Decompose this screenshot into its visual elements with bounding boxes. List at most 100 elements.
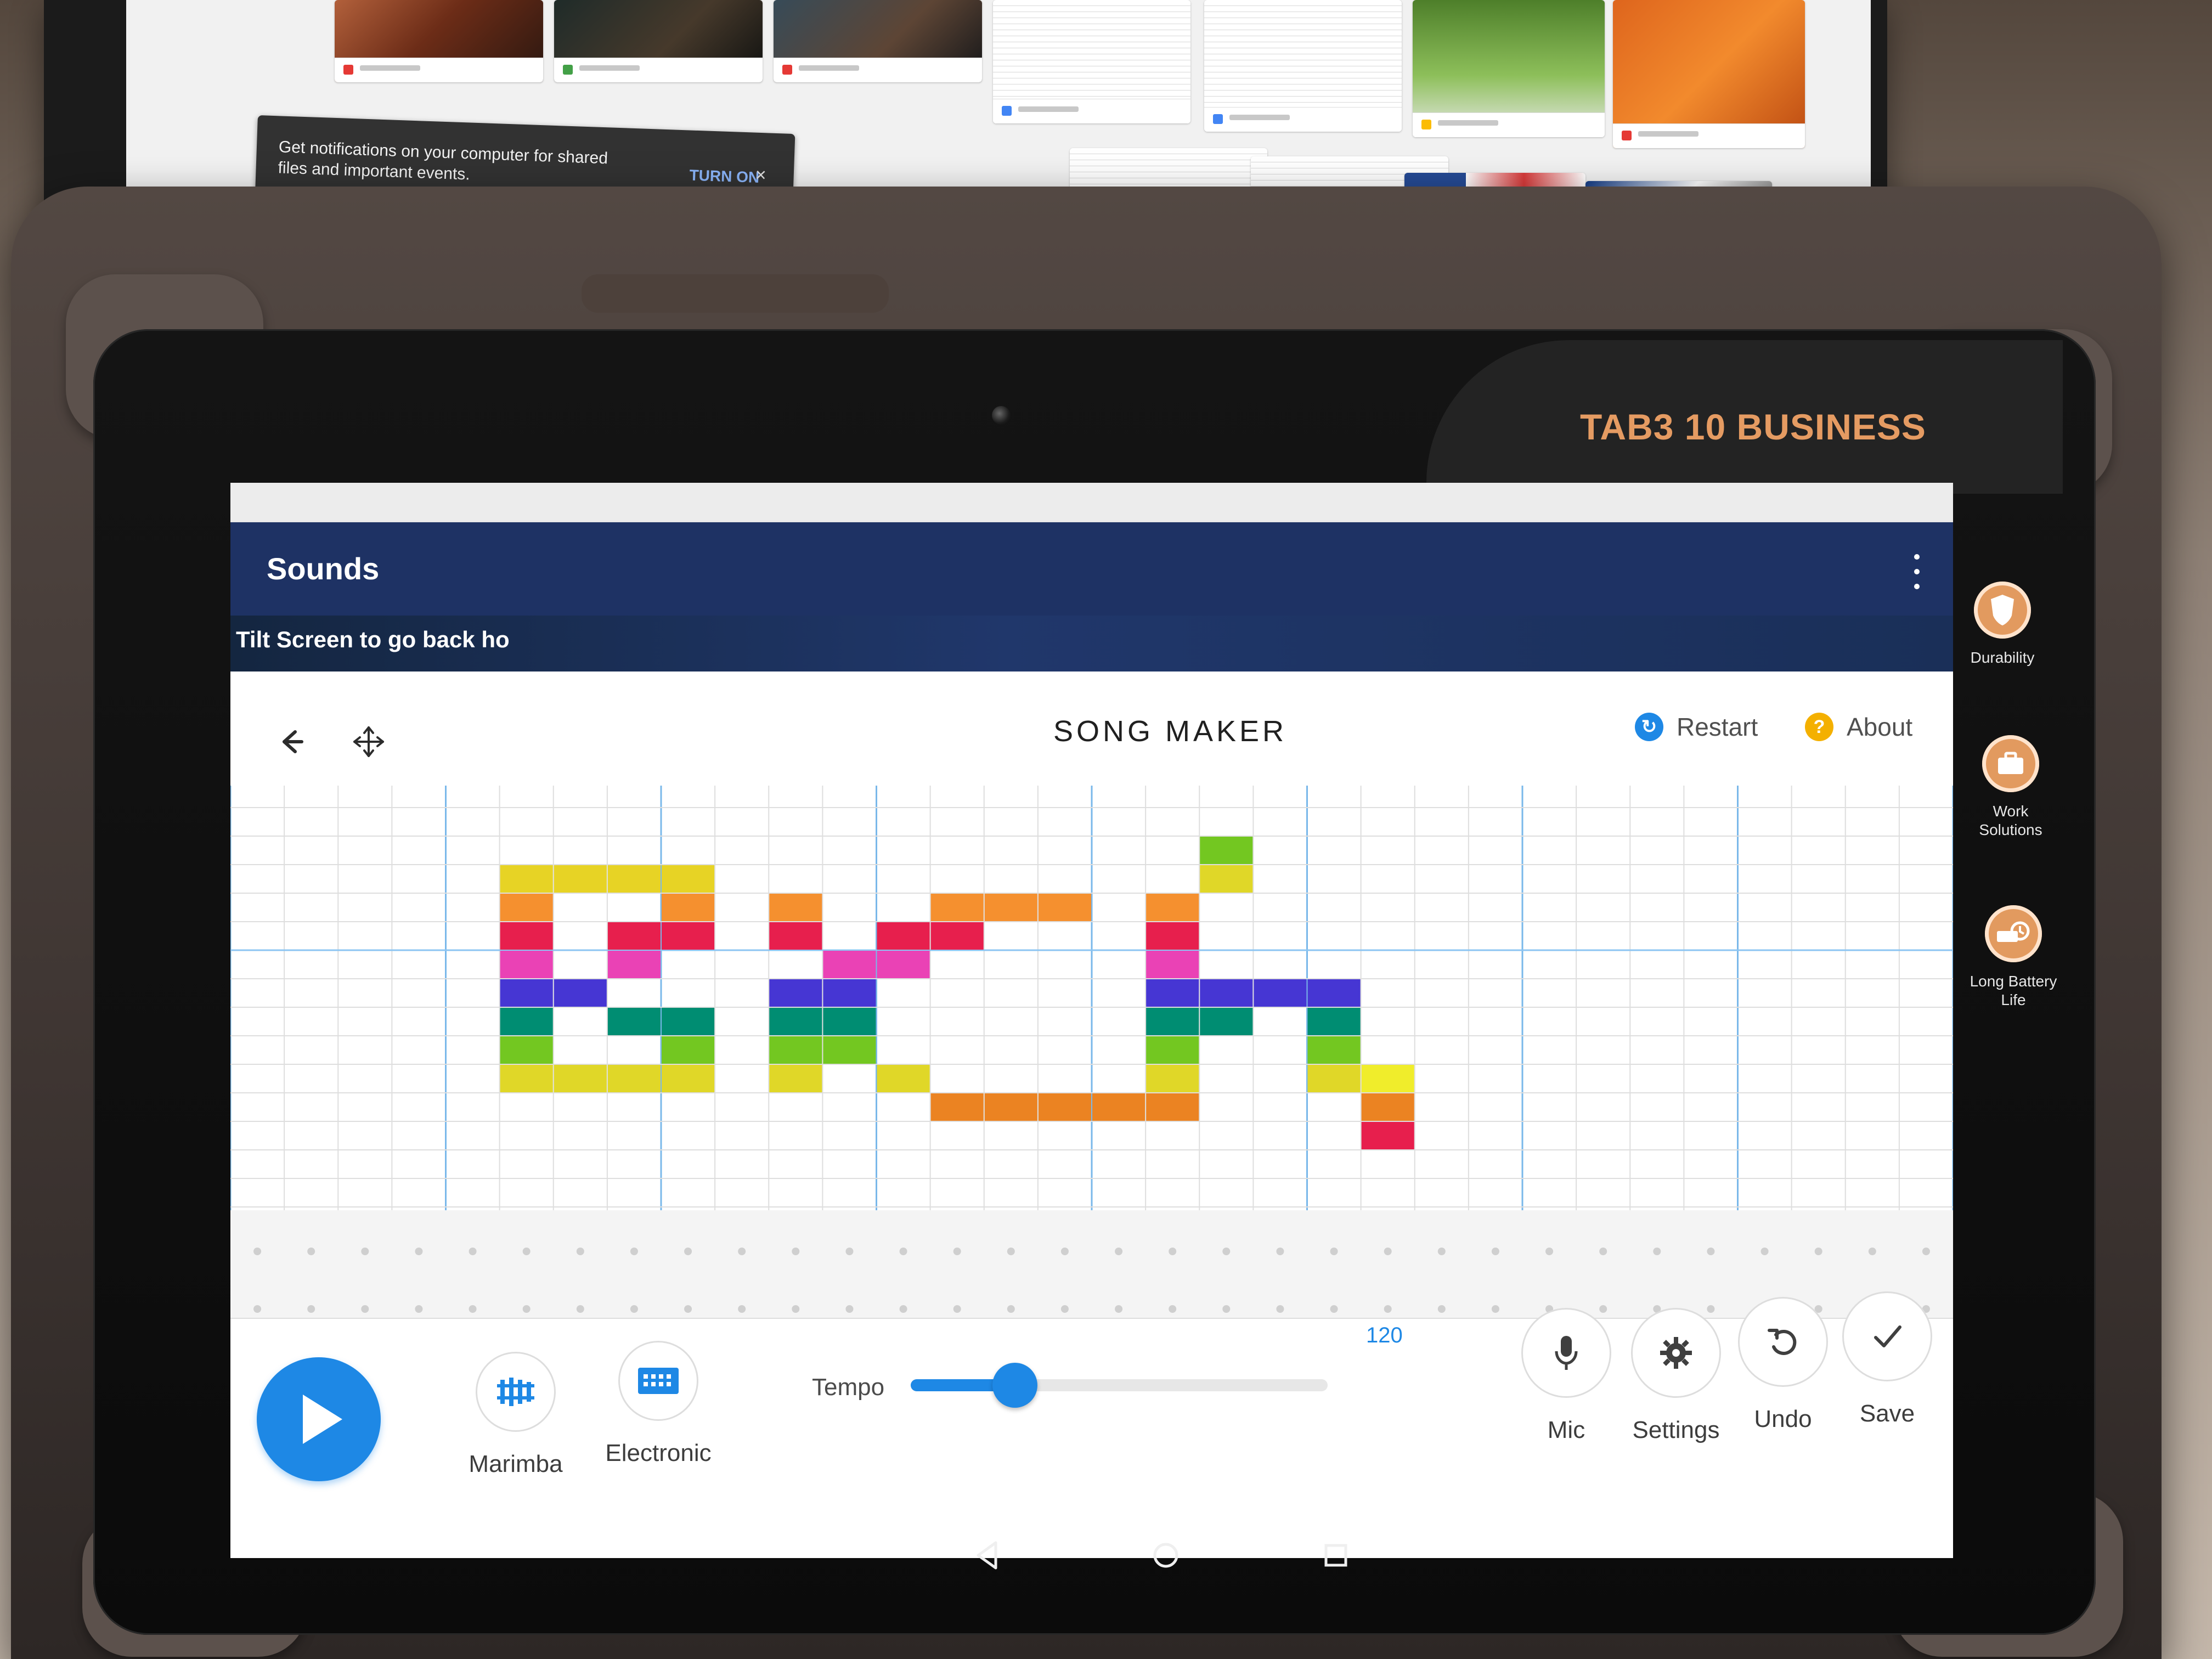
percussion-dot[interactable] — [684, 1305, 692, 1313]
note-cell[interactable] — [662, 1036, 715, 1064]
note-cell[interactable] — [930, 894, 984, 921]
percussion-dot[interactable] — [738, 1248, 746, 1255]
note-cell[interactable] — [607, 922, 661, 950]
save-button[interactable]: Save — [1816, 1291, 1953, 1434]
percussion-dot[interactable] — [1330, 1248, 1338, 1255]
percussion-dot[interactable] — [1060, 1248, 1069, 1255]
percussion-dot[interactable] — [1922, 1248, 1930, 1255]
percussion-dot[interactable] — [253, 1248, 262, 1255]
electronic-button[interactable]: Electronic — [587, 1341, 730, 1483]
percussion-dot[interactable] — [1169, 1305, 1177, 1313]
note-cell[interactable] — [662, 922, 715, 950]
note-cell[interactable] — [1146, 1036, 1199, 1064]
note-cell[interactable] — [500, 922, 553, 950]
percussion-dot[interactable] — [684, 1248, 692, 1255]
percussion-dot[interactable] — [469, 1248, 477, 1255]
restart-button[interactable]: ↻ Restart — [1635, 710, 1758, 744]
note-cell[interactable] — [877, 951, 930, 978]
percussion-dot[interactable] — [738, 1305, 746, 1313]
percussion-dot[interactable] — [1545, 1248, 1554, 1255]
note-cell[interactable] — [1146, 951, 1199, 978]
android-home-icon[interactable] — [1147, 1536, 1185, 1575]
percussion-dot[interactable] — [1437, 1305, 1446, 1313]
note-cell[interactable] — [769, 1036, 822, 1064]
note-cell[interactable] — [984, 894, 1037, 921]
percussion-dot[interactable] — [1707, 1248, 1715, 1255]
percussion-dot[interactable] — [630, 1305, 638, 1313]
note-cell[interactable] — [1307, 1065, 1361, 1092]
percussion-dot[interactable] — [792, 1248, 800, 1255]
percussion-dot[interactable] — [1169, 1248, 1177, 1255]
note-cell[interactable] — [823, 951, 876, 978]
note-cell[interactable] — [1146, 979, 1199, 1007]
percussion-dot[interactable] — [630, 1248, 638, 1255]
percussion-dot[interactable] — [1653, 1248, 1661, 1255]
about-button[interactable]: ? About — [1805, 710, 1912, 744]
note-cell[interactable] — [877, 1065, 930, 1092]
note-cell[interactable] — [769, 979, 822, 1007]
note-cell[interactable] — [769, 922, 822, 950]
note-cell[interactable] — [607, 951, 661, 978]
note-cell[interactable] — [1146, 1093, 1199, 1121]
percussion-dot[interactable] — [845, 1248, 854, 1255]
note-cell[interactable] — [500, 1036, 553, 1064]
note-cell[interactable] — [500, 865, 553, 893]
percussion-dot[interactable] — [522, 1305, 531, 1313]
note-cell[interactable] — [1361, 1122, 1414, 1149]
note-cell[interactable] — [500, 979, 553, 1007]
percussion-dot[interactable] — [576, 1248, 584, 1255]
percussion-dot[interactable] — [361, 1248, 369, 1255]
toast-turn-on-button[interactable]: TURN ON — [689, 167, 760, 187]
note-cell[interactable] — [1146, 922, 1199, 950]
note-cell[interactable] — [554, 865, 607, 893]
note-cell[interactable] — [662, 1065, 715, 1092]
percussion-dot[interactable] — [845, 1305, 854, 1313]
percussion-dot[interactable] — [1760, 1248, 1769, 1255]
android-recents-icon[interactable] — [1317, 1536, 1355, 1575]
percussion-dot[interactable] — [1384, 1248, 1392, 1255]
percussion-dot[interactable] — [361, 1305, 369, 1313]
note-cell[interactable] — [1361, 1065, 1414, 1092]
percussion-dot[interactable] — [899, 1248, 907, 1255]
more-vertical-icon[interactable] — [1910, 554, 1923, 589]
note-cell[interactable] — [823, 1036, 876, 1064]
song-grid[interactable] — [230, 786, 1953, 1318]
note-cell[interactable] — [500, 894, 553, 921]
percussion-dot[interactable] — [953, 1305, 961, 1313]
percussion-dot[interactable] — [1437, 1248, 1446, 1255]
percussion-dot[interactable] — [1115, 1248, 1123, 1255]
percussion-dot[interactable] — [1222, 1305, 1231, 1313]
note-cell[interactable] — [607, 865, 661, 893]
percussion-dot[interactable] — [415, 1305, 423, 1313]
arrow-left-icon[interactable] — [269, 722, 308, 761]
percussion-dot[interactable] — [1276, 1248, 1284, 1255]
note-cell[interactable] — [500, 1008, 553, 1035]
note-cell[interactable] — [823, 1008, 876, 1035]
percussion-lane[interactable] — [230, 1210, 1953, 1318]
percussion-dot[interactable] — [307, 1305, 315, 1313]
note-cell[interactable] — [769, 1065, 822, 1092]
note-cell[interactable] — [769, 1008, 822, 1035]
note-cell[interactable] — [1361, 1093, 1414, 1121]
note-cell[interactable] — [984, 1093, 1037, 1121]
note-cell[interactable] — [1200, 865, 1253, 893]
percussion-dot[interactable] — [1868, 1248, 1876, 1255]
note-cell[interactable] — [607, 1065, 661, 1092]
note-cell[interactable] — [1200, 1008, 1253, 1035]
note-cell[interactable] — [662, 1008, 715, 1035]
note-cell[interactable] — [1092, 1093, 1146, 1121]
percussion-dot[interactable] — [1007, 1305, 1015, 1313]
percussion-dot[interactable] — [792, 1305, 800, 1313]
note-cell[interactable] — [1038, 1093, 1091, 1121]
note-cell[interactable] — [769, 894, 822, 921]
note-cell[interactable] — [1254, 979, 1307, 1007]
note-cell[interactable] — [1307, 1036, 1361, 1064]
tempo-slider-track[interactable] — [911, 1363, 1328, 1408]
percussion-dot[interactable] — [576, 1305, 584, 1313]
note-cell[interactable] — [1038, 894, 1091, 921]
note-cell[interactable] — [500, 1065, 553, 1092]
note-cell[interactable] — [1146, 1008, 1199, 1035]
percussion-dot[interactable] — [1115, 1305, 1123, 1313]
note-cell[interactable] — [1146, 1065, 1199, 1092]
percussion-dot[interactable] — [307, 1248, 315, 1255]
